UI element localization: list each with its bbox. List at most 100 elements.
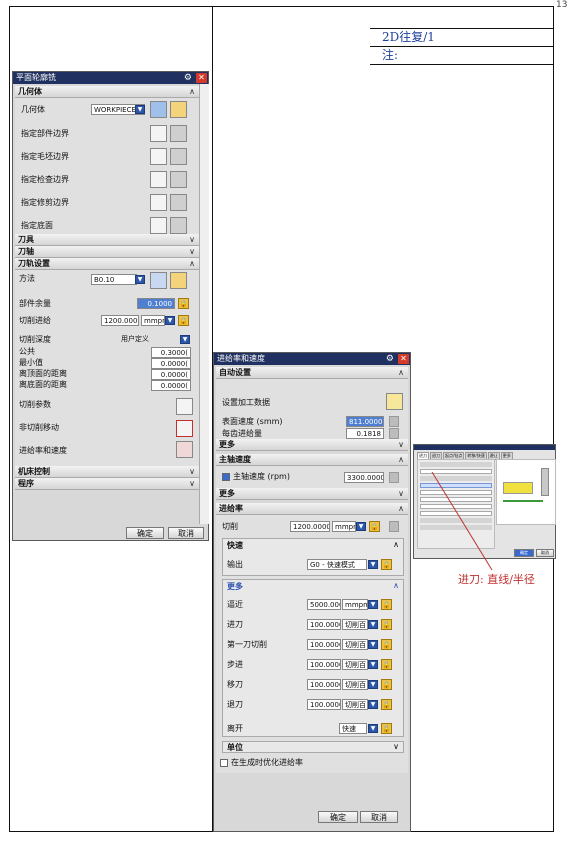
feeds-speeds-icon[interactable] [176, 441, 193, 458]
noncut-icon[interactable] [176, 420, 193, 437]
chevron-down-icon[interactable]: ∨ [393, 742, 399, 751]
cut-unit-select[interactable]: mmpm [332, 521, 356, 532]
ok-button[interactable]: 确定 [318, 811, 358, 823]
select-boundary-icon[interactable] [150, 125, 167, 142]
chevron-down-icon[interactable]: ▼ [135, 105, 145, 114]
chevron-up-icon[interactable]: ∧ [189, 258, 195, 269]
lock-icon[interactable]: 🔒 [381, 559, 392, 570]
chevron-down-icon[interactable]: ▼ [368, 660, 378, 669]
select-boundary-icon[interactable] [150, 171, 167, 188]
wrench-icon[interactable] [170, 101, 187, 118]
optimize-checkbox[interactable] [220, 758, 228, 767]
lock-icon[interactable]: 🔒 [381, 699, 392, 710]
section-axis[interactable]: 刀轴 ∨ [15, 246, 199, 258]
cancel-button[interactable]: 取消 [360, 811, 398, 823]
feed-row-input[interactable]: 5000.0000 [307, 599, 341, 610]
gear-icon[interactable]: ⚙ [184, 72, 192, 84]
top-input[interactable]: 0.0000( [151, 369, 191, 380]
feed-row-unit-select[interactable]: 切削百 [342, 619, 368, 630]
feed-unit-select[interactable]: mmpm [141, 315, 165, 326]
lock-icon[interactable]: 🔒 [381, 619, 392, 630]
lock-icon[interactable]: 🔒 [178, 298, 189, 309]
stock-input[interactable]: 0.1000 [137, 298, 175, 309]
chevron-down-icon[interactable]: ▼ [368, 700, 378, 709]
feed-row-unit-select[interactable]: 切削百 [342, 659, 368, 670]
wrench-icon[interactable] [170, 272, 187, 289]
chevron-down-icon[interactable]: ▼ [135, 275, 145, 284]
chevron-down-icon[interactable]: ▼ [368, 560, 378, 569]
chevron-up-icon[interactable]: ∧ [398, 454, 404, 465]
chevron-down-icon[interactable]: ▼ [356, 522, 366, 531]
select-boundary-icon[interactable] [150, 148, 167, 165]
feed-row-unit-select[interactable]: mmpm [342, 599, 368, 610]
lock-icon[interactable]: 🔒 [381, 723, 392, 734]
method-select[interactable]: B0.10 [91, 274, 137, 285]
edit-method-icon[interactable] [150, 272, 167, 289]
output-select[interactable]: G0 - 快速模式 [307, 559, 367, 570]
cancel-button[interactable]: 取消 [536, 549, 554, 557]
dialog-titlebar[interactable]: 进给率和速度 ⚙ ✕ [214, 353, 410, 365]
chevron-up-icon[interactable]: ∧ [393, 540, 399, 549]
lock-icon[interactable]: 🔒 [369, 521, 380, 532]
feed-row-input[interactable]: 100.0000 [307, 619, 341, 630]
chevron-down-icon[interactable]: ▼ [368, 640, 378, 649]
section-spindle[interactable]: 主轴速度 ∧ [216, 454, 408, 466]
min-input[interactable]: 0.0000( [151, 358, 191, 369]
lock-icon[interactable]: 🔒 [178, 315, 189, 326]
spindle-input[interactable]: 3300.0000 [344, 472, 384, 483]
close-icon[interactable]: ✕ [398, 354, 409, 364]
bottom-input[interactable]: 0.0000( [151, 380, 191, 391]
feed-row-unit-select[interactable]: 切削百 [342, 639, 368, 650]
chevron-up-icon[interactable]: ∧ [393, 581, 399, 590]
scrollbar[interactable] [199, 84, 209, 524]
tol-input[interactable]: 0.3000( [151, 347, 191, 358]
feed-row-unit-select[interactable]: 切削百 [342, 679, 368, 690]
section-more[interactable]: 更多 ∨ [216, 439, 408, 451]
select-boundary-icon[interactable] [150, 194, 167, 211]
lock-icon[interactable]: 🔒 [381, 679, 392, 690]
chevron-down-icon[interactable]: ▼ [368, 620, 378, 629]
cancel-button[interactable]: 取消 [168, 527, 204, 539]
close-icon[interactable]: ✕ [196, 73, 207, 83]
flashlight-icon[interactable] [170, 148, 187, 165]
lock-icon[interactable]: 🔒 [381, 599, 392, 610]
chevron-down-icon[interactable]: ▼ [368, 680, 378, 689]
chevron-up-icon[interactable]: ∧ [189, 86, 195, 97]
chevron-up-icon[interactable]: ∧ [398, 503, 404, 514]
dialog-titlebar[interactable]: 平面轮廓铣 ⚙ ✕ [13, 72, 208, 84]
flashlight-icon[interactable] [170, 217, 187, 234]
chevron-down-icon[interactable]: ∨ [189, 246, 195, 257]
section-feedrate[interactable]: 进给率 ∧ [216, 503, 408, 515]
cut-input[interactable]: 1200.0000 [290, 521, 330, 532]
calc-button[interactable] [389, 428, 399, 439]
section-program[interactable]: 程序 ∨ [15, 478, 199, 490]
edit-geometry-icon[interactable] [150, 101, 167, 118]
ok-button[interactable]: 确定 [126, 527, 164, 539]
chevron-down-icon[interactable]: ∨ [189, 234, 195, 245]
depart-select[interactable]: 快速 [339, 723, 367, 734]
depth-select[interactable]: 用户定义 [119, 334, 179, 345]
calc-button[interactable] [389, 521, 399, 532]
section-geometry[interactable]: 几何体 ∧ [15, 86, 199, 98]
chevron-down-icon[interactable]: ∨ [189, 466, 195, 477]
flashlight-icon[interactable] [170, 171, 187, 188]
lock-icon[interactable]: 🔒 [381, 659, 392, 670]
feed-row-input[interactable]: 100.0000 [307, 639, 341, 650]
calc-button[interactable] [389, 472, 399, 483]
units-group[interactable]: 单位 ∨ [222, 741, 404, 753]
feed-input[interactable]: 1200.000( [101, 315, 139, 326]
lock-icon[interactable]: 🔒 [381, 639, 392, 650]
chevron-down-icon[interactable]: ▼ [165, 316, 175, 325]
section-tool[interactable]: 刀具 ∨ [15, 234, 199, 246]
flashlight-icon[interactable] [170, 194, 187, 211]
feed-row-unit-select[interactable]: 切削百 [342, 699, 368, 710]
feed-row-input[interactable]: 100.0000 [307, 679, 341, 690]
chevron-up-icon[interactable]: ∧ [398, 367, 404, 378]
ok-button[interactable]: 确定 [514, 549, 534, 557]
feed-per-tooth-input[interactable]: 0.1818 [346, 428, 384, 439]
gear-icon[interactable]: ⚙ [386, 353, 394, 365]
calc-button[interactable] [389, 416, 399, 427]
chevron-down-icon[interactable]: ∨ [398, 488, 404, 499]
flashlight-icon[interactable] [170, 125, 187, 142]
chevron-down-icon[interactable]: ▼ [368, 600, 378, 609]
